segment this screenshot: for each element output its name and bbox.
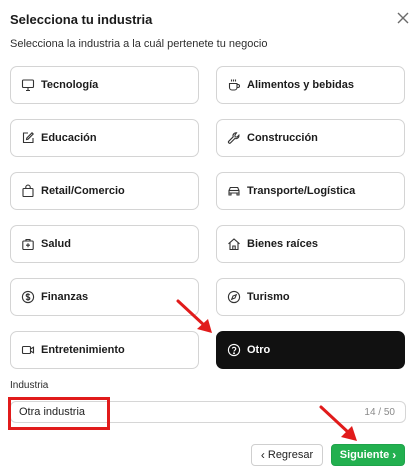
question-circle-icon <box>227 343 241 357</box>
industry-label: Finanzas <box>41 291 89 303</box>
industry-label: Alimentos y bebidas <box>247 79 354 91</box>
monitor-icon <box>21 78 35 92</box>
edit-icon <box>21 131 35 145</box>
industry-option-construccion[interactable]: Construcción <box>216 119 405 157</box>
house-icon <box>227 237 241 251</box>
annotation-arrow-icon <box>176 299 212 333</box>
industry-option-alimentos[interactable]: Alimentos y bebidas <box>216 66 405 104</box>
back-button[interactable]: ‹ Regresar <box>251 444 323 466</box>
coffee-cup-icon <box>227 78 241 92</box>
character-counter: 14 / 50 <box>364 407 395 418</box>
medical-kit-icon <box>21 237 35 251</box>
chevron-left-icon: ‹ <box>260 448 265 462</box>
car-icon <box>227 184 241 198</box>
back-button-label: Regresar <box>267 449 314 461</box>
industry-option-transporte[interactable]: Transporte/Logística <box>216 172 405 210</box>
page-title: Selecciona tu industria <box>10 12 153 27</box>
industry-label: Transporte/Logística <box>247 185 356 197</box>
close-icon[interactable] <box>396 11 410 25</box>
industry-option-tecnologia[interactable]: Tecnología <box>10 66 199 104</box>
chevron-right-icon: › <box>392 448 397 462</box>
next-button-label: Siguiente <box>339 449 390 461</box>
dialog-subtitle: Selecciona la industria a la cuál perten… <box>10 38 268 50</box>
industry-option-entretenimiento[interactable]: Entretenimiento <box>10 331 199 369</box>
shopping-bag-icon <box>21 184 35 198</box>
wrench-icon <box>227 131 241 145</box>
industry-label: Tecnología <box>41 79 99 91</box>
dollar-circle-icon <box>21 290 35 304</box>
industry-option-otro[interactable]: Otro <box>216 331 405 369</box>
industry-option-retail[interactable]: Retail/Comercio <box>10 172 199 210</box>
next-button[interactable]: Siguiente › <box>331 444 405 466</box>
industry-label: Educación <box>41 132 97 144</box>
industry-label: Turismo <box>247 291 290 303</box>
industry-label: Retail/Comercio <box>41 185 125 197</box>
annotation-arrow-icon <box>319 405 357 441</box>
industry-option-finanzas[interactable]: Finanzas <box>10 278 199 316</box>
annotation-highlight-box <box>8 397 110 430</box>
video-icon <box>21 343 35 357</box>
industry-label: Construcción <box>247 132 318 144</box>
industry-option-salud[interactable]: Salud <box>10 225 199 263</box>
industry-option-bienes-raices[interactable]: Bienes raíces <box>216 225 405 263</box>
compass-icon <box>227 290 241 304</box>
industry-label: Bienes raíces <box>247 238 318 250</box>
industry-option-educacion[interactable]: Educación <box>10 119 199 157</box>
industry-label: Otro <box>247 344 271 356</box>
industry-label: Entretenimiento <box>41 344 125 356</box>
industry-field-label: Industria <box>10 380 49 391</box>
industry-label: Salud <box>41 238 71 250</box>
industry-option-turismo[interactable]: Turismo <box>216 278 405 316</box>
